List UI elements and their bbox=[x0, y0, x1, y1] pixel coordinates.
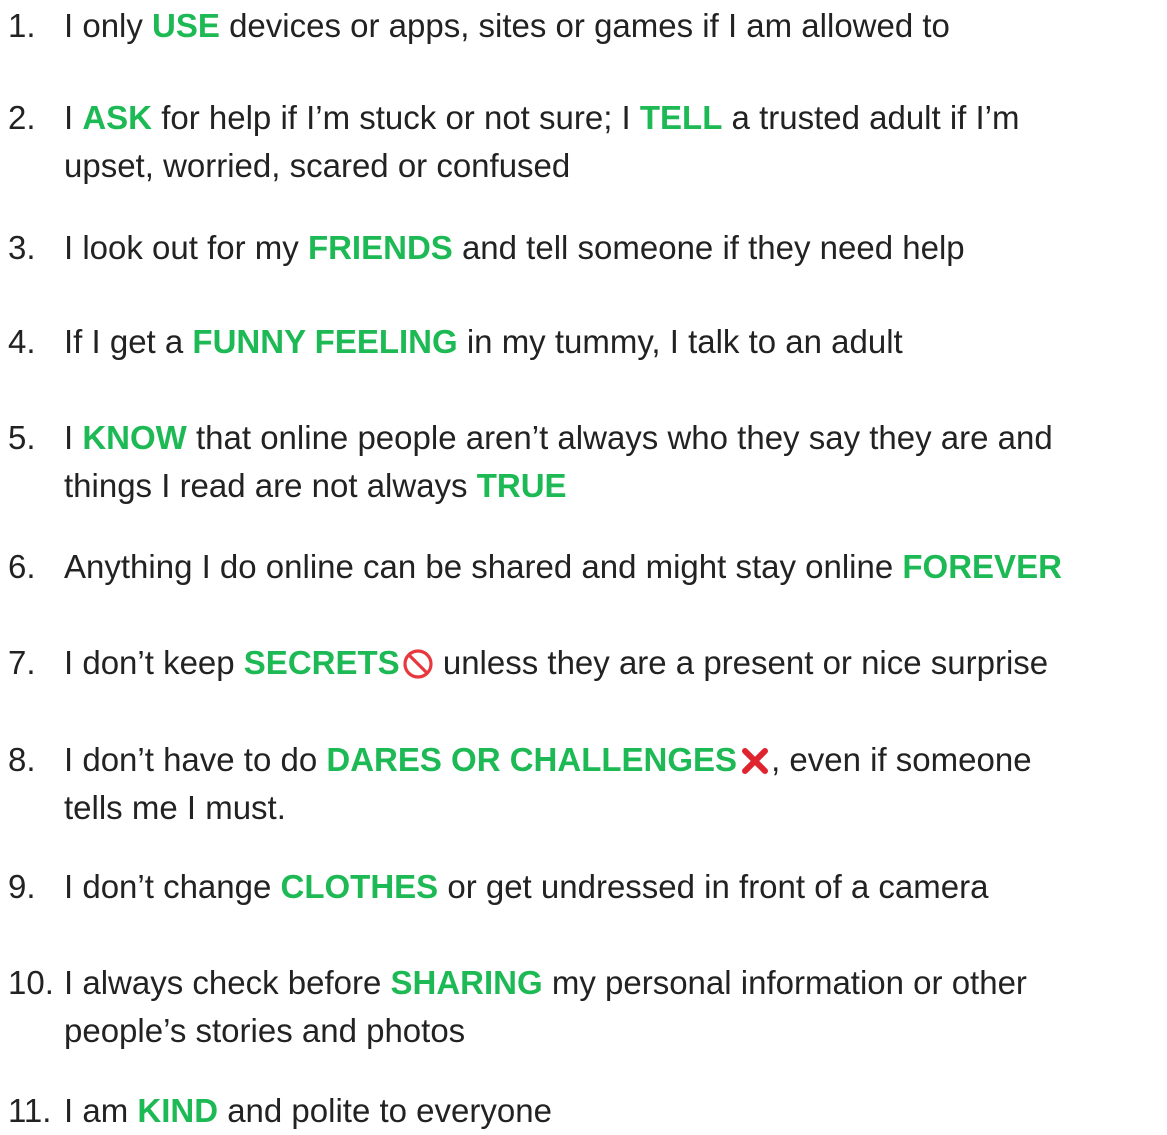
rule-keyword: FUNNY FEELING bbox=[192, 323, 458, 360]
rule-line: upset, worried, scared or confused bbox=[64, 142, 570, 190]
rule-text: If I get a bbox=[64, 323, 193, 360]
rule-text: I always check before bbox=[64, 964, 391, 1001]
rule-number: 10. bbox=[8, 964, 54, 1001]
rule-text: tells me I must. bbox=[64, 789, 286, 826]
rule-keyword: SHARING bbox=[390, 964, 543, 1001]
rule-keyword: CLOTHES bbox=[280, 868, 439, 905]
rule-line: things I read are not always TRUE bbox=[64, 462, 567, 510]
rule-text: I only bbox=[64, 7, 153, 44]
rule-number: 9. bbox=[8, 868, 36, 905]
rule-number: 7. bbox=[8, 644, 36, 681]
rule-text: in my tummy, I talk to an adult bbox=[457, 323, 903, 360]
rules-list: 1. I only USE devices or apps, sites or … bbox=[0, 0, 1167, 1129]
rule-text: Anything I do online can be shared and m… bbox=[64, 548, 903, 585]
rule-text: , even if someone bbox=[771, 741, 1032, 778]
rule-text: I look out for my bbox=[64, 229, 308, 266]
rule-text: I don’t change bbox=[64, 868, 281, 905]
rule-text: devices or apps, sites or games if I am … bbox=[219, 7, 950, 44]
rule-line: people’s stories and photos bbox=[64, 1007, 465, 1055]
rule-keyword: KNOW bbox=[82, 419, 187, 456]
rule-keyword: FRIENDS bbox=[307, 229, 453, 266]
rule-line: I don’t change CLOTHES or get undressed … bbox=[64, 863, 988, 911]
rule-number: 5. bbox=[8, 419, 36, 456]
rule-keyword: ASK bbox=[82, 99, 153, 136]
rule-line: I look out for my FRIENDS and tell someo… bbox=[64, 224, 965, 272]
rule-keyword: SECRETS bbox=[243, 644, 400, 681]
rule-line: I don’t keep SECRETS unless they are a p… bbox=[64, 639, 1048, 687]
rule-keyword: DARES OR CHALLENGES bbox=[326, 741, 738, 778]
rule-number: 3. bbox=[8, 229, 36, 266]
rule-line: tells me I must. bbox=[64, 784, 286, 832]
rule-keyword: TRUE bbox=[476, 467, 567, 504]
rule-text: I don’t keep bbox=[64, 644, 244, 681]
rule-keyword: FOREVER bbox=[902, 548, 1062, 585]
rule-line: I KNOW that online people aren’t always … bbox=[64, 414, 1053, 462]
rule-text: my personal information or other bbox=[542, 964, 1027, 1001]
cross-mark-icon bbox=[739, 745, 771, 777]
rule-text: things I read are not always bbox=[64, 467, 477, 504]
rule-text: upset, worried, scared or confused bbox=[64, 147, 571, 184]
rule-text: that online people aren’t always who the… bbox=[186, 419, 1053, 456]
rule-line: If I get a FUNNY FEELING in my tummy, I … bbox=[64, 318, 903, 366]
rule-text: people’s stories and photos bbox=[64, 1012, 466, 1049]
prohibited-icon bbox=[402, 648, 434, 680]
rule-keyword: USE bbox=[152, 7, 220, 44]
rule-text: unless they are a present or nice surpri… bbox=[433, 644, 1049, 681]
rule-line: I only USE devices or apps, sites or gam… bbox=[64, 2, 950, 50]
rule-keyword: KIND bbox=[137, 1092, 219, 1129]
rule-text: for help if I’m stuck or not sure; I bbox=[152, 99, 640, 136]
rule-line: I always check before SHARING my persona… bbox=[64, 959, 1027, 1007]
rule-text: I don’t have to do bbox=[64, 741, 327, 778]
rule-number: 1. bbox=[8, 7, 36, 44]
rule-number: 2. bbox=[8, 99, 36, 136]
rule-keyword: TELL bbox=[639, 99, 723, 136]
rule-number: 4. bbox=[8, 323, 36, 360]
rule-text: I bbox=[64, 99, 83, 136]
rule-line: I ASK for help if I’m stuck or not sure;… bbox=[64, 94, 1020, 142]
rule-text: a trusted adult if I’m bbox=[722, 99, 1020, 136]
rule-line: Anything I do online can be shared and m… bbox=[64, 543, 1062, 591]
rule-text: and tell someone if they need help bbox=[452, 229, 965, 266]
rule-text: I bbox=[64, 419, 83, 456]
rule-text: and polite to everyone bbox=[218, 1092, 552, 1129]
rule-text: I am bbox=[64, 1092, 138, 1129]
rule-number: 6. bbox=[8, 548, 36, 585]
rule-number: 8. bbox=[8, 741, 36, 778]
rule-line: I don’t have to do DARES OR CHALLENGES , … bbox=[64, 736, 1032, 784]
rule-text: or get undressed in front of a camera bbox=[438, 868, 989, 905]
